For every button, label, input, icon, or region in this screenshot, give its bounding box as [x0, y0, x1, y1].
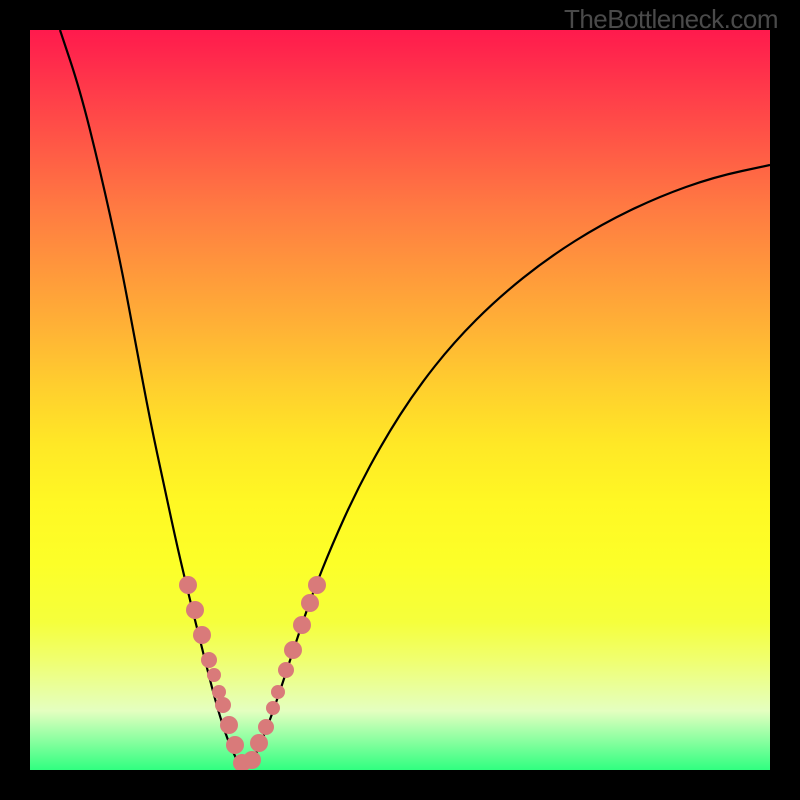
bead-marker: [186, 601, 204, 619]
bead-marker: [212, 685, 226, 699]
bead-marker: [278, 662, 294, 678]
watermark-text: TheBottleneck.com: [564, 4, 778, 35]
left-curve: [60, 30, 246, 770]
bead-marker: [207, 668, 221, 682]
bead-marker: [179, 576, 197, 594]
frame: TheBottleneck.com: [0, 0, 800, 800]
bead-marker: [226, 736, 244, 754]
bead-marker: [220, 716, 238, 734]
bead-marker: [301, 594, 319, 612]
right-curve: [246, 165, 770, 770]
bead-marker: [201, 652, 217, 668]
plot-area: [30, 30, 770, 770]
bead-marker: [215, 697, 231, 713]
bead-marker: [250, 734, 268, 752]
bead-marker: [193, 626, 211, 644]
bead-marker: [243, 751, 261, 769]
bead-marker: [293, 616, 311, 634]
bead-marker: [308, 576, 326, 594]
bead-marker: [258, 719, 274, 735]
bead-marker: [271, 685, 285, 699]
bead-marker: [266, 701, 280, 715]
beads-group: [179, 576, 326, 770]
bead-marker: [284, 641, 302, 659]
chart-svg: [30, 30, 770, 770]
